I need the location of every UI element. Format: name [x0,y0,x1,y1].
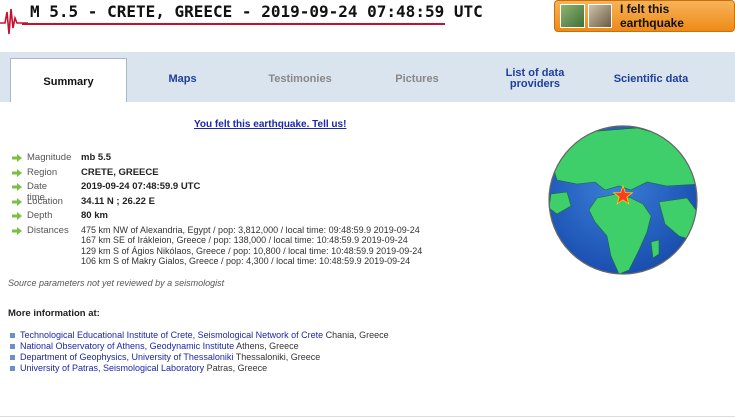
datetime-value: 2019-09-24 07:48:59.9 UTC [81,181,201,192]
distance-item: 106 km S of Makry Gialos, Greece / pop: … [81,256,411,266]
more-info-list: Technological Educational Institute of C… [10,330,389,374]
felt-tell-us-link[interactable]: You felt this earthquake. Tell us! [194,119,346,130]
review-note: Source parameters not yet reviewed by a … [8,278,225,288]
title-underline [22,23,445,25]
institute-link[interactable]: Department of Geophysics, University of … [20,352,233,362]
tab-bar: Summary Maps Testimonies Pictures List o… [0,52,735,104]
tab-testimonies[interactable]: Testimonies [250,64,350,94]
magnitude-value: mb 5.5 [81,152,112,163]
summary-panel: You felt this earthquake. Tell us! Magni… [0,102,735,418]
arrow-right-icon [12,197,22,206]
tab-data-providers[interactable]: List of data providers [490,64,580,94]
tab-summary[interactable]: Summary [10,58,127,104]
arrow-right-icon [12,168,22,177]
felt-earthquake-label: I felt this earthquake [619,2,684,30]
building-thumbnail-icon [588,4,612,28]
institute-link[interactable]: Technological Educational Institute of C… [20,330,323,340]
page-title: M 5.5 - CRETE, GREECE - 2019-09-24 07:48… [30,2,483,21]
tab-maps[interactable]: Maps [140,64,225,94]
header: M 5.5 - CRETE, GREECE - 2019-09-24 07:48… [0,0,735,42]
list-item: National Observatory of Athens, Geodynam… [10,341,389,352]
tab-scientific-data[interactable]: Scientific data [600,64,702,94]
arrow-right-icon [12,226,22,235]
felt-earthquake-button[interactable]: I felt this earthquake [554,0,735,32]
divider [0,416,735,417]
bullet-icon [10,355,15,360]
distances-list: 475 km NW of Alexandria, Egypt / pop: 3,… [81,225,422,267]
list-item: Technological Educational Institute of C… [10,330,389,341]
location-value: 34.11 N ; 26.22 E [81,195,155,207]
map-thumbnail-icon [560,4,586,28]
list-item: University of Patras, Seismological Labo… [10,363,389,374]
institute-link[interactable]: University of Patras, Seismological Labo… [20,363,204,373]
list-item: Department of Geophysics, University of … [10,352,389,363]
seismogram-logo-icon [0,8,28,35]
distance-item: 129 km S of Ágios Nikólaos, Greece / pop… [81,245,423,256]
more-info-title: More information at: [8,308,100,319]
distance-item: 475 km NW of Alexandria, Egypt / pop: 3,… [81,224,420,235]
bullet-icon [10,333,15,338]
arrow-right-icon [12,154,22,162]
arrow-right-icon [12,183,22,191]
depth-value: 80 km [81,210,108,221]
distance-item: 167 km SE of Irákleion, Greece / pop: 13… [81,235,408,245]
arrow-right-icon [12,212,22,220]
bullet-icon [10,344,15,349]
bullet-icon [10,366,15,371]
region-value: CRETE, GREECE [81,166,159,178]
epicenter-globe-map [548,125,698,275]
institute-link[interactable]: National Observatory of Athens, Geodynam… [20,341,234,351]
tab-pictures[interactable]: Pictures [372,64,462,94]
